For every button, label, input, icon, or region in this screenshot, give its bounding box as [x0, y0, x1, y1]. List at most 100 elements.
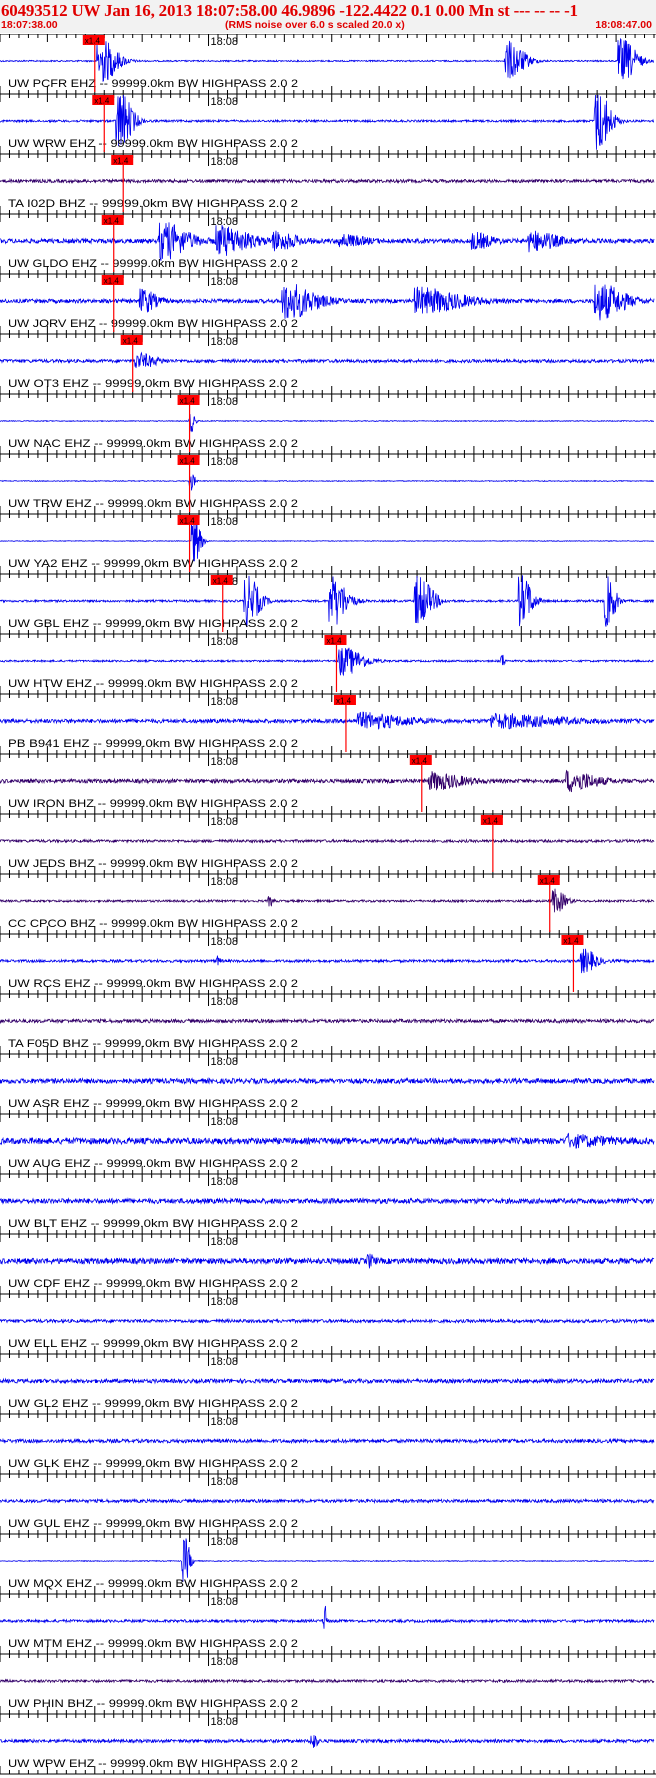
- pick-label: x1.4: [113, 157, 129, 166]
- minute-label: 18:08: [211, 1056, 239, 1068]
- waveform-trace: [0, 1017, 655, 1025]
- station-label: UW GUL EHZ -- 99999.0km BW HIGHPASS 2.0 …: [8, 1518, 298, 1530]
- station-label: UW GL2 EHZ -- 99999.0km BW HIGHPASS 2.0 …: [8, 1398, 298, 1410]
- start-time-label: 18:07:38.00: [1, 19, 58, 31]
- pick-label: x1.4: [85, 37, 101, 46]
- minute-label: 18:08: [211, 216, 239, 228]
- waveform-trace: [0, 647, 655, 677]
- waveform-trace: [0, 1196, 655, 1206]
- waveform-trace: [0, 222, 655, 261]
- station-label: TA F05D BHZ -- 99999.0km BW HIGHPASS 2.0…: [8, 1038, 298, 1050]
- pick-label: x1.4: [180, 457, 196, 466]
- station-label: UW GBL EHZ -- 99999.0km BW HIGHPASS 2.0 …: [8, 618, 298, 630]
- pick-label: x1.4: [336, 697, 352, 706]
- station-label: UW MTM EHZ -- 99999.0km BW HIGHPASS 2.0 …: [8, 1638, 298, 1650]
- waveform-trace: [0, 1605, 655, 1629]
- waveform-trace: [0, 888, 655, 913]
- minute-label: 18:08: [211, 936, 239, 948]
- waveform-trace: [0, 520, 655, 562]
- pick-label: x1.4: [180, 397, 196, 406]
- minute-label: 18:08: [211, 36, 239, 48]
- station-label: UW RCS EHZ -- 99999.0km BW HIGHPASS 2.0 …: [8, 978, 298, 990]
- waveform-trace: [0, 1253, 655, 1269]
- waveform-trace: [0, 1132, 655, 1149]
- pick-label: x1.4: [180, 517, 196, 526]
- station-label: UW WPW EHZ -- 99999.0km BW HIGHPASS 2.0 …: [8, 1758, 298, 1770]
- waveform-trace: [0, 1317, 655, 1325]
- pick-label: x1.4: [213, 577, 229, 586]
- station-label: CC CPCO BHZ -- 99999.0km BW HIGHPASS 2.0…: [8, 918, 298, 930]
- station-label: UW NAC EHZ -- 99999.0km BW HIGHPASS 2.0 …: [8, 438, 298, 450]
- waveform-trace: [0, 414, 655, 433]
- station-label: UW PHIN BHZ -- 99999.0km BW HIGHPASS 2.0…: [8, 1698, 298, 1710]
- minute-label: 18:08: [211, 1356, 239, 1368]
- minute-label: 18:08: [211, 1176, 239, 1188]
- pick-label: x1.4: [104, 217, 120, 226]
- station-label: UW AUG EHZ -- 99999.0km BW HIGHPASS 2.0 …: [8, 1158, 298, 1170]
- pick-label: x1.4: [563, 937, 579, 946]
- pick-label: x1.4: [104, 277, 120, 286]
- pick-label: x1.4: [540, 877, 556, 886]
- minute-label: 18:08: [211, 756, 239, 768]
- station-label: UW IRON BHZ -- 99999.0km BW HIGHPASS 2.0…: [8, 798, 298, 810]
- pick-label: x1.4: [94, 97, 110, 106]
- minute-label: 18:08: [211, 1656, 239, 1668]
- minute-label: 18:08: [211, 1236, 239, 1248]
- waveform-trace: [0, 177, 655, 185]
- minute-label: 18:08: [211, 636, 239, 648]
- waveform-trace: [0, 711, 655, 730]
- station-label: UW OT3 EHZ -- 99999.0km BW HIGHPASS 2.0 …: [8, 378, 298, 390]
- minute-label: 18:08: [211, 96, 239, 108]
- station-label: UW HTW EHZ -- 99999.0km BW HIGHPASS 2.0 …: [8, 678, 298, 690]
- station-label: UW BLT EHZ -- 99999.0km BW HIGHPASS 2.0 …: [8, 1218, 298, 1230]
- plot-header: 60493512 UW Jan 16, 2013 18:07:58.00 46.…: [0, 0, 656, 33]
- waveform-trace: [0, 1497, 655, 1505]
- waveform-trace: [0, 1076, 655, 1086]
- minute-label: 18:08: [211, 876, 239, 888]
- station-label: UW YA2 EHZ -- 99999.0km BW HIGHPASS 2.0 …: [8, 558, 298, 570]
- pick-label: x1.4: [123, 337, 139, 346]
- waveform-trace: [0, 1678, 655, 1684]
- waveform-trace: [0, 1735, 655, 1748]
- minute-label: 18:08: [211, 1116, 239, 1128]
- minute-label: 18:08: [211, 1596, 239, 1608]
- minute-label: 18:08: [211, 1416, 239, 1428]
- pick-label: x1.4: [326, 637, 342, 646]
- minute-label: 18:08: [211, 696, 239, 708]
- waveform-trace: [0, 284, 655, 321]
- minute-label: 18:08: [211, 1296, 239, 1308]
- station-label: UW JORV EHZ -- 99999.0km BW HIGHPASS 2.0…: [8, 318, 298, 330]
- seismogram-plot: 18:08 UW PCFR EHZ -- 99999.0km BW HIGHPAS…: [0, 34, 656, 1775]
- end-time-label: 18:08:47.00: [595, 19, 652, 31]
- pick-label: x1.4: [412, 757, 428, 766]
- minute-label: 18:08: [211, 516, 239, 528]
- minute-label: 18:08: [211, 156, 239, 168]
- waveform-trace: [0, 948, 655, 974]
- waveform-trace: [0, 769, 655, 793]
- station-label: UW CDF EHZ -- 99999.0km BW HIGHPASS 2.0 …: [8, 1278, 298, 1290]
- pick-label: x1.4: [483, 817, 499, 826]
- minute-label: 18:08: [211, 1716, 239, 1728]
- station-label: UW GLDO EHZ -- 99999.0km BW HIGHPASS 2.0…: [8, 258, 298, 270]
- waveform-trace: [0, 838, 655, 844]
- minute-label: 18:08: [211, 276, 239, 288]
- minute-label: 18:08: [211, 1476, 239, 1488]
- waveform-trace: [0, 351, 655, 369]
- waveform-trace: [0, 1437, 655, 1445]
- station-label: UW GLK EHZ -- 99999.0km BW HIGHPASS 2.0 …: [8, 1458, 298, 1470]
- minute-label: 18:08: [211, 816, 239, 828]
- station-label: UW ELL EHZ -- 99999.0km BW HIGHPASS 2.0 …: [8, 1338, 298, 1350]
- station-label: UW MQX EHZ -- 99999.0km BW HIGHPASS 2.0 …: [8, 1578, 298, 1590]
- station-label: PB B941 EHZ -- 99999.0km BW HIGHPASS 2.0…: [8, 738, 298, 750]
- waveform-trace: [0, 474, 654, 491]
- minute-label: 18:08: [211, 996, 239, 1008]
- waveform-trace: [0, 1377, 655, 1385]
- rms-noise-note: (RMS noise over 6.0 s scaled 20.0 x): [225, 19, 405, 31]
- event-title: 60493512 UW Jan 16, 2013 18:07:58.00 46.…: [1, 1, 578, 20]
- waveform-trace: [0, 1538, 654, 1582]
- station-label: UW WRW EHZ -- 99999.0km BW HIGHPASS 2.0 …: [8, 138, 298, 150]
- station-label: UW TRW EHZ -- 99999.0km BW HIGHPASS 2.0 …: [8, 498, 298, 510]
- station-label: UW JEDS BHZ -- 99999.0km BW HIGHPASS 2.0…: [8, 858, 298, 870]
- station-label: TA I02D BHZ -- 99999.0km BW HIGHPASS 2.0…: [8, 198, 298, 210]
- station-label: UW ASR EHZ -- 99999.0km BW HIGHPASS 2.0 …: [8, 1098, 298, 1110]
